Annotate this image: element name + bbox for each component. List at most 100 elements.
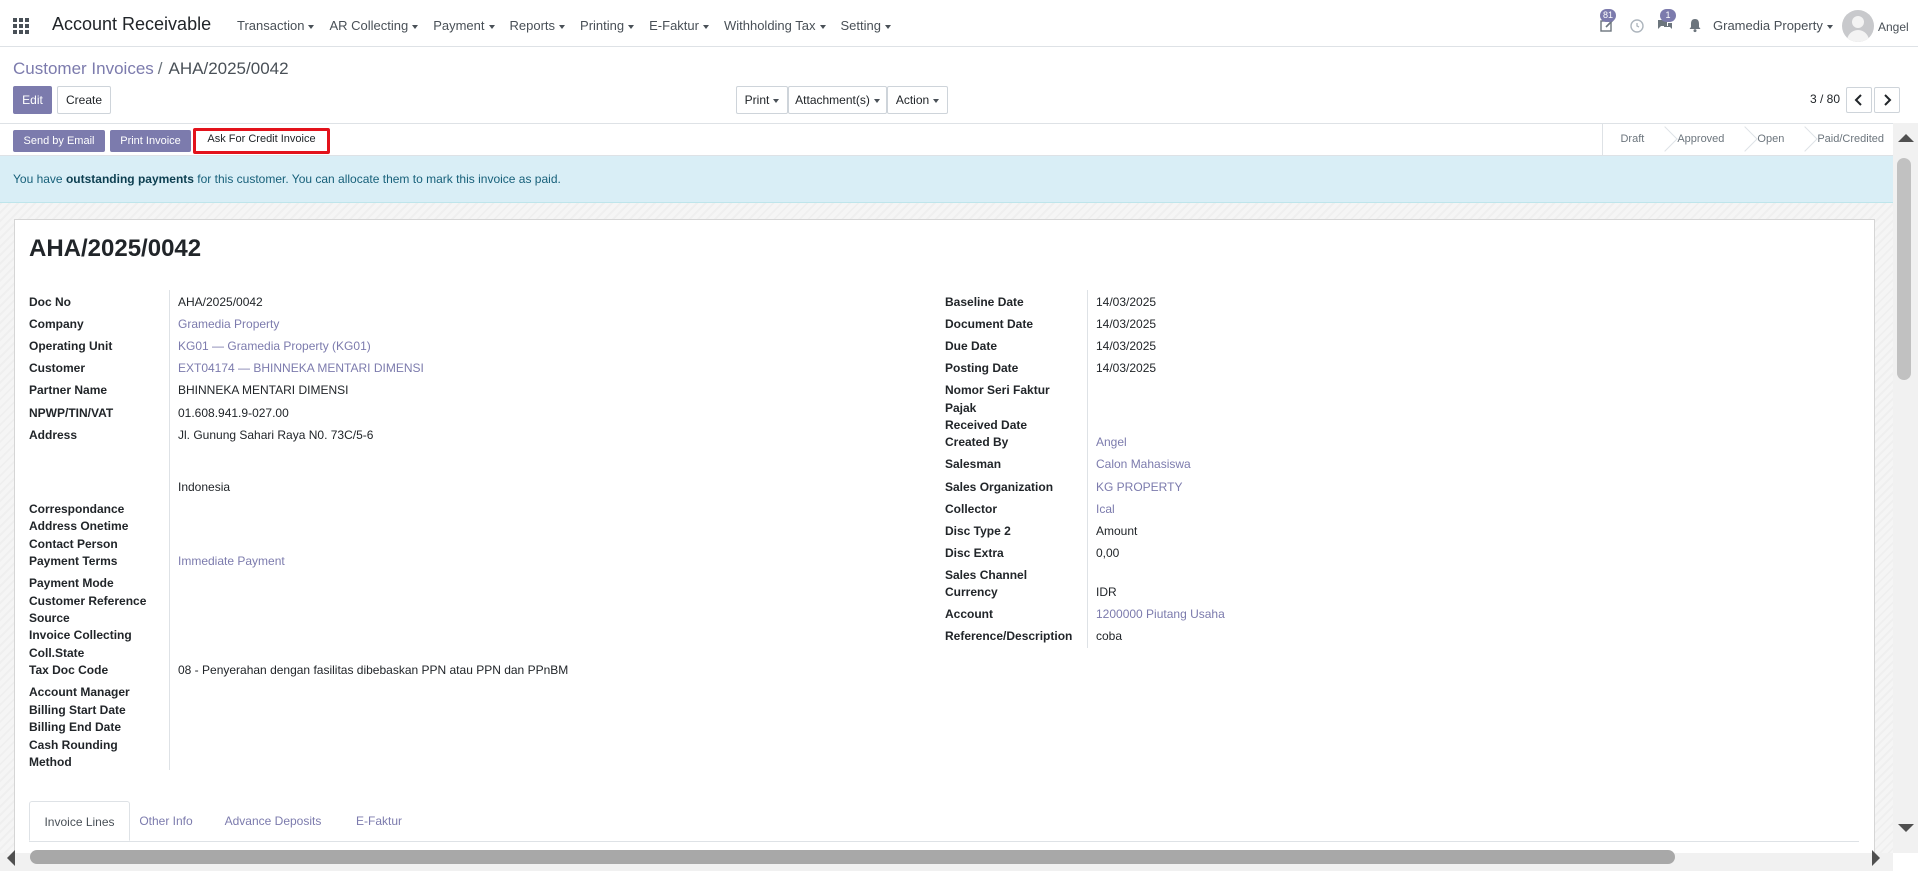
label-address-onetime: Address Onetime <box>29 519 129 533</box>
pager-next-button[interactable] <box>1874 87 1900 113</box>
label-customer: Customer <box>29 361 86 375</box>
label-received-date: Received Date <box>945 418 1028 432</box>
scroll-right-arrow-icon[interactable] <box>1872 850 1880 866</box>
caret-down-icon <box>628 24 635 29</box>
label-customer-reference: Customer Reference <box>29 594 147 608</box>
scroll-down-arrow-icon[interactable] <box>1898 824 1914 832</box>
tab-e-faktur[interactable]: E-Faktur <box>345 801 413 841</box>
label-doc-no: Doc No <box>29 295 71 309</box>
menu-withholding-tax[interactable]: Withholding Tax <box>724 18 826 33</box>
pager-value[interactable]: 3 / 80 <box>1810 92 1840 106</box>
menu-reports[interactable]: Reports <box>510 18 566 33</box>
edit-button[interactable]: Edit <box>13 86 52 114</box>
ask-for-credit-invoice-button[interactable]: Ask For Credit Invoice <box>193 128 330 154</box>
value-posting-date[interactable]: 14/03/2025 <box>1096 361 1156 375</box>
value-currency[interactable]: IDR <box>1096 585 1117 599</box>
label-sales-organization: Sales Organization <box>945 480 1054 494</box>
value-payment-terms-link[interactable]: Immediate Payment <box>178 554 285 568</box>
value-tax-doc-code[interactable]: 08 - Penyerahan dengan fasilitas dibebas… <box>178 663 568 677</box>
value-address-street[interactable]: Jl. Gunung Sahari Raya N0. 73C/5-6 <box>178 428 373 442</box>
document-title: AHA/2025/0042 <box>29 235 202 262</box>
breadcrumb-customer-invoices[interactable]: Customer Invoices <box>13 59 154 78</box>
attachments-dropdown[interactable]: Attachment(s) <box>788 86 887 114</box>
value-created-by-link[interactable]: Angel <box>1096 435 1127 449</box>
stage-approved[interactable]: Approved <box>1660 124 1740 155</box>
app-title[interactable]: Account Receivable <box>52 14 211 35</box>
scroll-left-arrow-icon[interactable] <box>7 850 15 866</box>
action-dropdown[interactable]: Action <box>887 86 948 114</box>
value-company-link[interactable]: Gramedia Property <box>178 317 279 331</box>
caret-down-icon <box>412 24 419 29</box>
label-disc-extra: Disc Extra <box>945 546 1004 560</box>
vertical-scrollbar-thumb[interactable] <box>1897 158 1911 380</box>
value-sales-organization-link[interactable]: KG PROPERTY <box>1096 480 1182 494</box>
label-baseline-date: Baseline Date <box>945 295 1024 309</box>
value-reference-description[interactable]: coba <box>1096 629 1122 643</box>
main-menu: Transaction AR Collecting Payment Report… <box>237 18 906 33</box>
value-doc-no[interactable]: AHA/2025/0042 <box>178 295 263 309</box>
stage-progress: Draft Approved Open Paid/Credited <box>1602 124 1900 155</box>
menu-e-faktur[interactable]: E-Faktur <box>649 18 709 33</box>
form-sheet: AHA/2025/0042 Doc No Company Operating U… <box>14 219 1875 869</box>
bell-icon[interactable] <box>1687 17 1703 33</box>
value-due-date[interactable]: 14/03/2025 <box>1096 339 1156 353</box>
breadcrumb: Customer Invoices / AHA/2025/0042 <box>13 59 289 79</box>
print-invoice-button[interactable]: Print Invoice <box>110 130 191 152</box>
value-operating-unit-link[interactable]: KG01 — Gramedia Property (KG01) <box>178 339 371 353</box>
value-account-link[interactable]: 1200000 Piutang Usaha <box>1096 607 1225 621</box>
send-by-email-button[interactable]: Send by Email <box>13 130 105 152</box>
chevron-right-icon <box>1884 94 1892 106</box>
value-disc-extra[interactable]: 0,00 <box>1096 546 1119 560</box>
value-partner-name[interactable]: BHINNEKA MENTARI DIMENSI <box>178 383 348 397</box>
stage-paid-credited[interactable]: Paid/Credited <box>1800 124 1900 155</box>
menu-setting[interactable]: Setting <box>841 18 891 33</box>
value-document-date[interactable]: 14/03/2025 <box>1096 317 1156 331</box>
label-payment-terms: Payment Terms <box>29 554 118 568</box>
menu-printing[interactable]: Printing <box>580 18 635 33</box>
value-baseline-date[interactable]: 14/03/2025 <box>1096 295 1156 309</box>
pager-previous-button[interactable] <box>1846 87 1872 113</box>
scroll-up-arrow-icon[interactable] <box>1898 134 1914 142</box>
caret-down-icon <box>933 98 940 103</box>
tab-invoice-lines[interactable]: Invoice Lines <box>29 801 130 841</box>
caret-down-icon <box>559 24 566 29</box>
messages-icon[interactable]: 1 <box>1657 9 1676 33</box>
activity-count-badge: 81 <box>1600 9 1616 22</box>
print-dropdown[interactable]: Print <box>736 86 788 114</box>
user-name[interactable]: Angel <box>1878 20 1909 34</box>
create-button[interactable]: Create <box>57 86 111 114</box>
label-collector: Collector <box>945 502 998 516</box>
caret-down-icon <box>885 24 891 29</box>
tab-other-info[interactable]: Other Info <box>133 801 199 841</box>
label-reference-description: Reference/Description <box>945 629 1073 643</box>
user-avatar[interactable] <box>1842 10 1874 42</box>
value-salesman-link[interactable]: Calon Mahasiswa <box>1096 457 1191 471</box>
menu-payment[interactable]: Payment <box>433 18 495 33</box>
clock-icon[interactable] <box>1629 17 1645 33</box>
label-cash-rounding: Cash Rounding <box>29 738 118 752</box>
apps-grid-icon[interactable] <box>13 18 29 34</box>
horizontal-scrollbar-thumb[interactable] <box>30 850 1675 864</box>
value-npwp[interactable]: 01.608.941.9-027.00 <box>178 406 289 420</box>
tab-advance-deposits[interactable]: Advance Deposits <box>214 801 332 841</box>
value-customer-link[interactable]: EXT04174 — BHINNEKA MENTARI DIMENSI <box>178 361 424 375</box>
label-correspondance: Correspondance <box>29 502 125 516</box>
left-column-divider <box>169 290 170 770</box>
stage-open[interactable]: Open <box>1740 124 1800 155</box>
label-coll-state: Coll.State <box>29 646 85 660</box>
value-address-country[interactable]: Indonesia <box>178 480 230 494</box>
caret-down-icon <box>773 98 780 103</box>
label-npwp: NPWP/TIN/VAT <box>29 406 114 420</box>
caret-down-icon <box>1826 24 1833 29</box>
label-partner-name: Partner Name <box>29 383 108 397</box>
activity-icon[interactable]: 81 <box>1599 9 1616 33</box>
value-disc-type-2[interactable]: Amount <box>1096 524 1137 538</box>
label-operating-unit: Operating Unit <box>29 339 113 353</box>
company-switcher[interactable]: Gramedia Property <box>1713 18 1833 33</box>
value-collector-link[interactable]: Ical <box>1096 502 1115 516</box>
menu-ar-collecting[interactable]: AR Collecting <box>329 18 419 33</box>
notebook-tabs: Invoice Lines Other Info Advance Deposit… <box>29 801 1859 842</box>
menu-transaction[interactable]: Transaction <box>237 18 315 33</box>
caret-down-icon <box>819 24 826 29</box>
label-nomor-seri-pajak: Pajak <box>945 401 977 415</box>
